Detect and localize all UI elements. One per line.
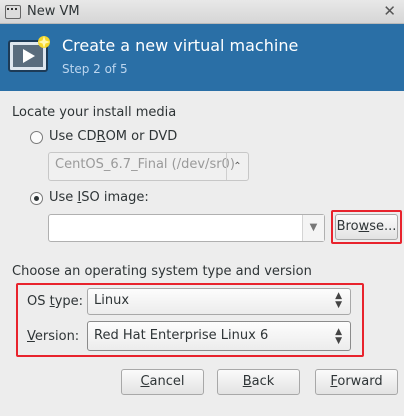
- install-media-heading: Locate your install media: [12, 105, 177, 120]
- iso-path-input[interactable]: ▼: [48, 214, 325, 242]
- os-type-select[interactable]: Linux ▲ ▼: [87, 288, 351, 315]
- cdrom-radio-label[interactable]: Use CDROM or DVD: [49, 129, 177, 144]
- cdrom-radio[interactable]: [30, 131, 43, 144]
- os-version-label: Version:: [27, 329, 80, 344]
- close-icon[interactable]: ✕: [383, 2, 396, 20]
- cdrom-device-select[interactable]: CentOS_6.7_Final (/dev/sr0) ⌃: [48, 152, 249, 181]
- app-icon: [5, 5, 21, 19]
- wizard-title: Create a new virtual machine: [62, 36, 299, 55]
- chevron-updown-icon: ▲ ▼: [335, 327, 342, 346]
- chevron-down-icon[interactable]: ▼: [302, 215, 324, 241]
- iso-radio-label[interactable]: Use ISO image:: [49, 190, 149, 205]
- browse-button[interactable]: Browse...: [335, 214, 398, 240]
- os-type-label: OS type:: [27, 294, 84, 309]
- iso-radio[interactable]: [30, 192, 43, 205]
- virtual-machine-icon: [8, 36, 50, 72]
- wizard-banner: Create a new virtual machine Step 2 of 5: [0, 24, 404, 91]
- chevron-updown-icon: ▲ ▼: [335, 291, 342, 310]
- os-version-value: Red Hat Enterprise Linux 6: [94, 328, 269, 343]
- os-type-value: Linux: [94, 293, 130, 308]
- os-heading: Choose an operating system type and vers…: [12, 264, 312, 279]
- forward-button[interactable]: Forward: [315, 369, 398, 395]
- wizard-step: Step 2 of 5: [62, 62, 128, 76]
- cancel-button[interactable]: Cancel: [121, 369, 204, 395]
- cdrom-device-value: CentOS_6.7_Final (/dev/sr0): [55, 157, 235, 172]
- window-titlebar: New VM ✕: [0, 0, 404, 24]
- chevron-updown-icon: ⌃: [226, 153, 248, 180]
- back-button[interactable]: Back: [217, 369, 300, 395]
- window-title: New VM: [27, 4, 80, 19]
- os-version-select[interactable]: Red Hat Enterprise Linux 6 ▲ ▼: [87, 321, 351, 351]
